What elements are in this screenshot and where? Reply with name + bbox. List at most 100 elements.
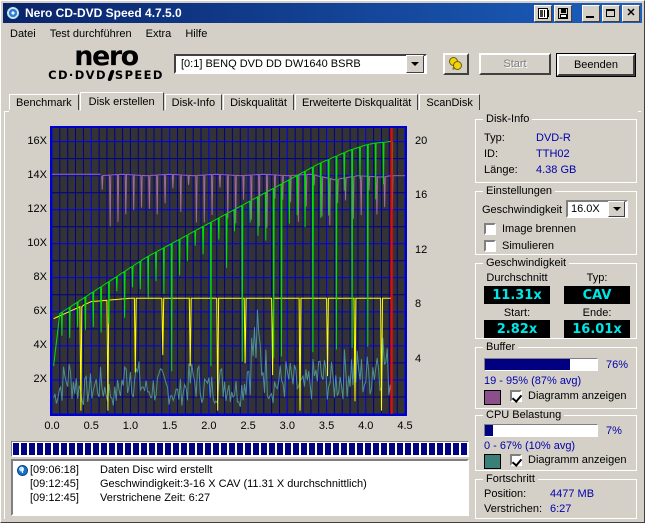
progress-blocks bbox=[13, 443, 467, 455]
log-message: Daten Disc wird erstellt bbox=[100, 464, 213, 476]
progress-block bbox=[325, 443, 331, 455]
menu-item-extra[interactable]: Extra bbox=[139, 27, 179, 41]
tab-disk-erstellen[interactable]: Disk erstellen bbox=[79, 92, 164, 111]
start-speed-label: Start: bbox=[503, 307, 531, 319]
toolbar-row: nero CD·DVD SPEED [0:1] BENQ DVD DD DW16… bbox=[3, 43, 642, 87]
cpu-show-chart-checkbox[interactable] bbox=[510, 454, 522, 466]
buffer-show-chart-checkbox[interactable] bbox=[510, 390, 522, 402]
progress-block bbox=[189, 443, 195, 455]
save-icon[interactable] bbox=[554, 4, 572, 22]
drive-select[interactable]: [0:1] BENQ DVD DD DW1640 BSRB bbox=[174, 54, 427, 74]
progress-block bbox=[389, 443, 395, 455]
chart-x-tick-label: 1.5 bbox=[162, 420, 178, 432]
progress-block bbox=[213, 443, 219, 455]
disk-typ-label: Typ: bbox=[484, 132, 505, 144]
close-button[interactable]: ✕ bbox=[622, 4, 640, 22]
progress-block bbox=[349, 443, 355, 455]
simulieren-label: Simulieren bbox=[502, 240, 554, 252]
speed-chart: 2X 4X 6X 8X 10X 12X 14X 16X 4 8 12 16 20 0.0 0.5 1.0 1.5… bbox=[5, 115, 471, 435]
progress-block bbox=[221, 443, 227, 455]
menu-item-hilfe[interactable]: Hilfe bbox=[178, 27, 214, 41]
progress-block bbox=[445, 443, 451, 455]
app-disc-icon bbox=[5, 6, 21, 20]
chart-y-tick-label: 2X bbox=[33, 372, 47, 385]
minimize-button[interactable] bbox=[582, 4, 600, 22]
cpu-progress-fill bbox=[485, 425, 493, 436]
tab-diskqualitaet[interactable]: Diskqualität bbox=[223, 94, 294, 111]
progress-block bbox=[237, 443, 243, 455]
progress-block bbox=[69, 443, 75, 455]
chart-x-tick-label: 4.0 bbox=[358, 420, 374, 432]
start-button[interactable]: Start bbox=[479, 53, 551, 75]
image-brennen-label: Image brennen bbox=[502, 223, 576, 235]
progress-block bbox=[149, 443, 155, 455]
progress-block bbox=[117, 443, 123, 455]
image-brennen-checkbox-row[interactable]: Image brennen bbox=[484, 223, 576, 235]
log-panel[interactable]: i [09:06:18] Daten Disc wird erstellt [0… bbox=[11, 459, 469, 516]
quit-button[interactable]: Beenden bbox=[556, 53, 636, 77]
progress-block bbox=[125, 443, 131, 455]
progress-block bbox=[381, 443, 387, 455]
tab-benchmark[interactable]: Benchmark bbox=[9, 94, 79, 111]
position-label: Position: bbox=[484, 488, 527, 500]
progress-block bbox=[61, 443, 67, 455]
end-speed-value: 16.01x bbox=[564, 320, 630, 338]
chart-y2-tick-label: 16 bbox=[415, 189, 428, 202]
progress-block bbox=[405, 443, 411, 455]
tab-erweiterte-diskqualitaet[interactable]: Erweiterte Diskqualität bbox=[294, 94, 419, 111]
buffer-panel: Buffer 76% 19 - 95% (87% avg) Diagramm a… bbox=[475, 341, 637, 409]
progress-block bbox=[373, 443, 379, 455]
tab-disk-info[interactable]: Disk-Info bbox=[164, 94, 223, 111]
app-window: Nero CD-DVD Speed 4.7.5.0 ✕ Datei Test d… bbox=[0, 0, 645, 523]
progress-block bbox=[165, 443, 171, 455]
progress-block bbox=[13, 443, 19, 455]
window-title: Nero CD-DVD Speed 4.7.5.0 bbox=[25, 6, 182, 20]
progress-block bbox=[45, 443, 51, 455]
cpu-title: CPU Belastung bbox=[483, 409, 565, 421]
disk-info-title: Disk-Info bbox=[483, 113, 533, 125]
settings-title: Einstellungen bbox=[483, 185, 556, 197]
log-row: [09:12:45] Geschwindigkeit:3-16 X CAV (1… bbox=[13, 477, 467, 491]
cpu-show-chart-label: Diagramm anzeigen bbox=[528, 454, 627, 466]
progress-block bbox=[21, 443, 27, 455]
image-brennen-checkbox[interactable] bbox=[484, 223, 496, 235]
logo-speed-text: SPEED bbox=[114, 68, 164, 82]
simulieren-checkbox-row[interactable]: Simulieren bbox=[484, 240, 554, 252]
position-value: 4477 MB bbox=[550, 488, 595, 500]
log-icon-empty bbox=[16, 477, 30, 491]
title-bar-buttons: ✕ bbox=[534, 4, 640, 22]
maximize-button[interactable] bbox=[602, 4, 620, 22]
chevron-down-icon[interactable] bbox=[608, 201, 625, 217]
menu-item-test-durchfuehren[interactable]: Test durchführen bbox=[43, 27, 139, 41]
cpu-progress-bar bbox=[484, 424, 598, 437]
chart-x-tick-label: 1.0 bbox=[122, 420, 139, 432]
simulieren-checkbox[interactable] bbox=[484, 240, 496, 252]
chart-y-tick-label: 12X bbox=[27, 202, 47, 215]
chart-y-tick-label: 6X bbox=[33, 304, 47, 317]
tab-scandisk[interactable]: ScanDisk bbox=[419, 94, 480, 111]
chart-x-tick-label: 2.0 bbox=[201, 420, 217, 432]
chevron-down-icon[interactable] bbox=[406, 55, 424, 73]
avg-speed-label: Durchschnitt bbox=[486, 272, 548, 284]
buffer-show-chart-row[interactable]: Diagramm anzeigen bbox=[510, 390, 626, 402]
chart-series-cpu bbox=[53, 309, 393, 407]
progress-block bbox=[301, 443, 307, 455]
cpu-percent: 7% bbox=[606, 425, 622, 437]
elapsed-label: Verstrichen: bbox=[484, 503, 543, 515]
speed-type-value: CAV bbox=[564, 286, 630, 304]
disc-refresh-button[interactable] bbox=[443, 53, 469, 75]
chart-series-buffer bbox=[101, 173, 394, 228]
chart-x-tick-label: 3.5 bbox=[318, 420, 335, 432]
speed-select[interactable]: 16.0X bbox=[566, 200, 628, 218]
cpu-show-chart-row[interactable]: Diagramm anzeigen bbox=[510, 454, 626, 466]
progress-block bbox=[453, 443, 459, 455]
speed-results-panel: Geschwindigkeit Durchschnitt Typ: 11.31x… bbox=[475, 257, 637, 339]
progress-block bbox=[461, 443, 467, 455]
progress-block bbox=[93, 443, 99, 455]
menu-item-datei[interactable]: Datei bbox=[3, 27, 43, 41]
copy-to-clipboard-icon[interactable] bbox=[534, 4, 552, 22]
chart-y2-tick-label: 12 bbox=[415, 243, 428, 256]
progress-block bbox=[357, 443, 363, 455]
disk-typ-value: DVD-R bbox=[536, 132, 571, 144]
progress-block bbox=[205, 443, 211, 455]
